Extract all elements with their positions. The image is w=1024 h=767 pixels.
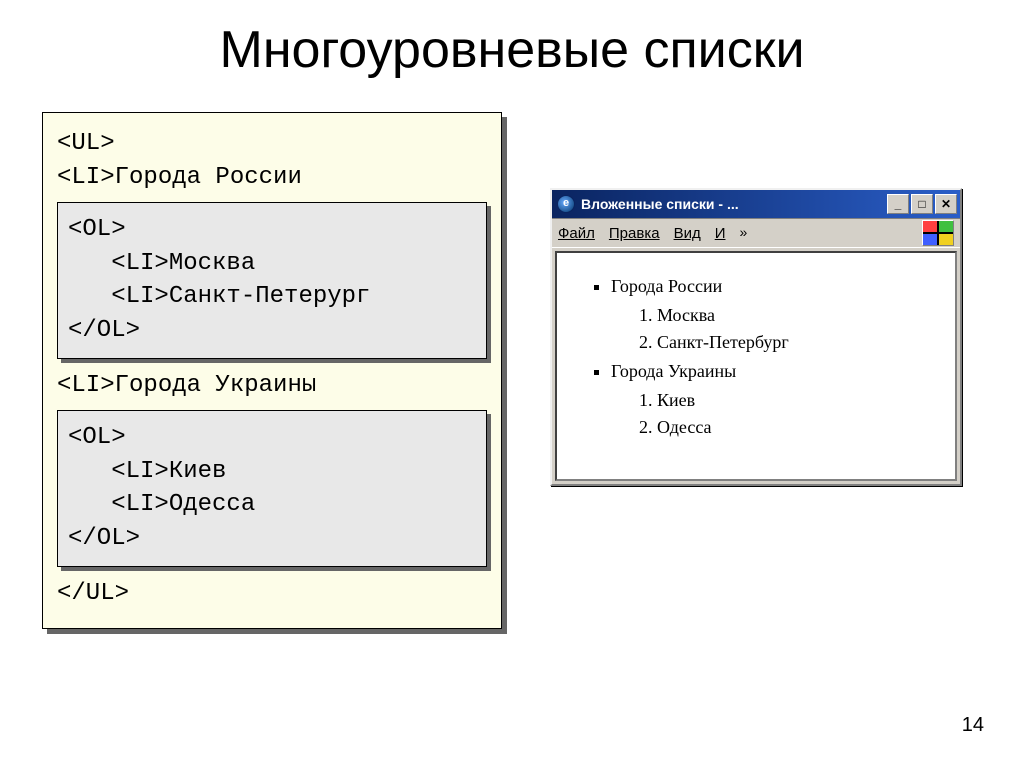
menu-overflow-icon[interactable] xyxy=(739,224,757,242)
code-ukraine-kiev: <LI>Киев xyxy=(68,455,476,489)
code-panel: <UL> <LI>Города России <OL> <LI>Москва <… xyxy=(42,112,502,629)
minimize-button[interactable]: _ xyxy=(887,194,909,214)
browser-viewport: Города России Москва Санкт-Петербург Гор… xyxy=(555,251,957,481)
browser-window: Вложенные списки - ... _ □ ✕ Файл Правка… xyxy=(550,188,962,486)
code-ukraine-ol-close: </OL> xyxy=(68,522,476,556)
code-russia-block: <OL> <LI>Москва <LI>Санкт-Петерург </OL> xyxy=(57,202,487,358)
menu-file[interactable]: Файл xyxy=(558,225,595,242)
windows-logo-icon xyxy=(922,220,954,246)
code-russia-spb: <LI>Санкт-Петерург xyxy=(68,280,476,314)
ie-icon xyxy=(557,195,575,213)
menu-view[interactable]: Вид xyxy=(674,225,701,242)
list-item: Одесса xyxy=(657,414,937,441)
rendered-list: Города России Москва Санкт-Петербург Гор… xyxy=(575,273,937,441)
list-item: Киев xyxy=(657,387,937,414)
code-ukraine-block: <OL> <LI>Киев <LI>Одесса </OL> xyxy=(57,410,487,566)
code-ul-open: <UL> xyxy=(57,127,487,161)
slide-title: Многоуровневые списки xyxy=(0,20,1024,80)
list-item: Москва xyxy=(657,302,937,329)
code-li-ukraine: <LI>Города Украины xyxy=(57,369,487,403)
menu-more[interactable]: И xyxy=(715,225,726,242)
window-titlebar: Вложенные списки - ... _ □ ✕ xyxy=(552,190,960,218)
list-item: Города России Москва Санкт-Петербург xyxy=(611,273,937,356)
list-item: Города Украины Киев Одесса xyxy=(611,358,937,441)
code-russia-ol-open: <OL> xyxy=(68,213,476,247)
code-ukraine-odessa: <LI>Одесса xyxy=(68,488,476,522)
maximize-button[interactable]: □ xyxy=(911,194,933,214)
menu-edit[interactable]: Правка xyxy=(609,225,660,242)
code-ukraine-ol-open: <OL> xyxy=(68,421,476,455)
list-item: Санкт-Петербург xyxy=(657,329,937,356)
close-button[interactable]: ✕ xyxy=(935,194,957,214)
slide-number: 14 xyxy=(962,714,984,737)
menu-bar: Файл Правка Вид И xyxy=(552,218,960,248)
code-russia-ol-close: </OL> xyxy=(68,314,476,348)
code-russia-moscow: <LI>Москва xyxy=(68,247,476,281)
code-li-russia: <LI>Города России xyxy=(57,161,487,195)
code-ul-close: </UL> xyxy=(57,577,487,611)
window-title: Вложенные списки - ... xyxy=(581,196,885,212)
